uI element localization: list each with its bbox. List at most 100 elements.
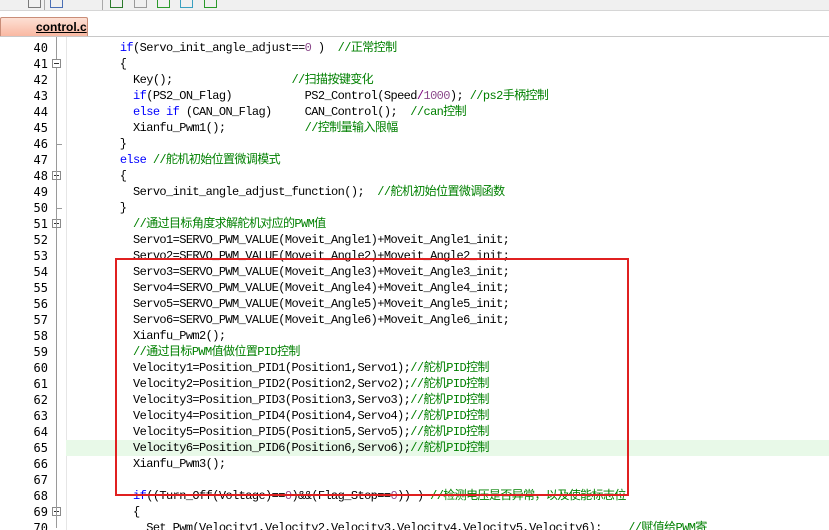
build-icon[interactable] [50,0,63,8]
comment-token: //舵机PID控制 [410,361,489,375]
line-number: 46 [33,137,48,151]
code-line-66[interactable]: 66 Xianfu_Pwm3(); [0,456,829,472]
code-line-45[interactable]: 45 Xianfu_Pwm1(); //控制量输入限幅 [0,120,829,136]
line-number: 54 [33,265,48,279]
code-line-53[interactable]: 53 Servo2=SERVO_PWM_VALUE(Moveit_Angle2)… [0,248,829,264]
code-line-57[interactable]: 57 Servo6=SERVO_PWM_VALUE(Moveit_Angle6)… [0,312,829,328]
comment-token: //舵机初始位置微调模式 [152,153,281,167]
code-line-64[interactable]: 64 Velocity5=Position_PID5(Position5,Ser… [0,424,829,440]
code-token: Xianfu_Pwm3(); [67,457,226,471]
code-text: if((Turn_Off(Voltage)==0)&&(Flag_Stop==0… [67,488,626,504]
code-line-54[interactable]: 54 Servo3=SERVO_PWM_VALUE(Moveit_Angle3)… [0,264,829,280]
code-line-62[interactable]: 62 Velocity3=Position_PID3(Position3,Ser… [0,392,829,408]
code-line-52[interactable]: 52 Servo1=SERVO_PWM_VALUE(Moveit_Angle1)… [0,232,829,248]
code-text: Key(); //扫描按键变化 [67,72,374,88]
code-line-58[interactable]: 58 Xianfu_Pwm2(); [0,328,829,344]
code-line-70[interactable]: 70 Set_Pwm(Velocity1,Velocity2,Velocity3… [0,520,829,530]
code-line-41[interactable]: 41 { [0,56,829,72]
line-number: 41 [33,57,48,71]
file-tab-control-c[interactable]: control.c [0,17,88,36]
code-text: Servo6=SERVO_PWM_VALUE(Moveit_Angle6)+Mo… [67,312,510,328]
code-text: else if (CAN_ON_Flag) CAN_Control(); //c… [67,104,467,120]
comment-token: //舵机PID控制 [410,377,489,391]
comment-token: //舵机PID控制 [410,393,489,407]
code-token: Servo3=SERVO_PWM_VALUE(Moveit_Angle3)+Mo… [67,265,510,279]
code-token: Xianfu_Pwm1(); [67,121,305,135]
code-line-44[interactable]: 44 else if (CAN_ON_Flag) CAN_Control(); … [0,104,829,120]
code-line-40[interactable]: 40 if(Servo_init_angle_adjust==0 ) //正常控… [0,40,829,56]
code-token: Servo2=SERVO_PWM_VALUE(Moveit_Angle2)+Mo… [67,249,510,263]
code-line-67[interactable]: 67 [0,472,829,488]
code-text: if(Servo_init_angle_adjust==0 ) //正常控制 [67,40,397,56]
code-token: } [67,201,127,215]
code-token: Velocity4=Position_PID4(Position4,Servo4… [67,409,411,423]
code-text: //通过目标PWM值做位置PID控制 [67,344,300,360]
line-number: 47 [33,153,48,167]
code-text: Velocity6=Position_PID6(Position6,Servo6… [67,440,489,456]
code-line-69[interactable]: 69 { [0,504,829,520]
code-line-46[interactable]: 46 } [0,136,829,152]
comment-token: //通过目标PWM值做位置PID控制 [133,345,300,359]
code-line-47[interactable]: 47 else //舵机初始位置微调模式 [0,152,829,168]
code-token: Velocity6=Position_PID6(Position6,Servo6… [67,441,411,455]
code-token: ((Turn_Off(Voltage)== [146,489,285,503]
line-number: 61 [33,377,48,391]
code-line-59[interactable]: 59 //通过目标PWM值做位置PID控制 [0,344,829,360]
undo-icon[interactable] [134,0,147,8]
code-line-63[interactable]: 63 Velocity4=Position_PID4(Position4,Ser… [0,408,829,424]
line-number: 42 [33,73,48,87]
code-line-65[interactable]: 65 Velocity6=Position_PID6(Position6,Ser… [0,440,829,456]
code-text: Velocity3=Position_PID3(Position3,Servo3… [67,392,489,408]
line-number: 51 [33,217,48,231]
code-line-56[interactable]: 56 Servo5=SERVO_PWM_VALUE(Moveit_Angle5)… [0,296,829,312]
code-token: (Servo_init_angle_adjust== [133,41,305,55]
comment-token: //通过目标角度求解舵机对应的PWM值 [133,217,326,231]
fold-collapse-icon[interactable] [52,59,61,68]
checkbox-dropdown-icon[interactable] [28,0,41,8]
line-number: 52 [33,233,48,247]
code-line-42[interactable]: 42 Key(); //扫描按键变化 [0,72,829,88]
code-line-60[interactable]: 60 Velocity1=Position_PID1(Position1,Ser… [0,360,829,376]
code-token: (PS2_ON_Flag) PS2_Control(Speed [146,89,417,103]
line-number: 49 [33,185,48,199]
line-number: 64 [33,425,48,439]
code-text: Velocity1=Position_PID1(Position1,Servo1… [67,360,489,376]
code-text: } [67,136,127,152]
line-number: 50 [33,201,48,215]
code-line-61[interactable]: 61 Velocity2=Position_PID2(Position2,Ser… [0,376,829,392]
code-line-50[interactable]: 50 } [0,200,829,216]
line-number: 40 [33,41,48,55]
code-line-55[interactable]: 55 Servo4=SERVO_PWM_VALUE(Moveit_Angle4)… [0,280,829,296]
keyword-token: if [133,489,147,503]
code-token: Set_Pwm(Velocity1,Velocity2,Velocity3,Ve… [67,521,629,530]
line-number: 59 [33,345,48,359]
comment-token: //can控制 [410,105,467,119]
comment-token: //正常控制 [337,41,397,55]
code-text: } [67,200,127,216]
keyword-token: else [133,105,160,119]
code-token: Velocity3=Position_PID3(Position3,Servo3… [67,393,411,407]
code-token: { [67,169,127,183]
code-line-49[interactable]: 49 Servo_init_angle_adjust_function(); /… [0,184,829,200]
code-token: Servo1=SERVO_PWM_VALUE(Moveit_Angle1)+Mo… [67,233,510,247]
code-line-43[interactable]: 43 if(PS2_ON_Flag) PS2_Control(Speed/100… [0,88,829,104]
window-icon[interactable] [110,0,123,8]
code-token: Velocity2=Position_PID2(Position2,Servo2… [67,377,411,391]
code-text: else //舵机初始位置微调模式 [67,152,281,168]
debug-icon[interactable] [180,0,193,8]
code-line-51[interactable]: 51 //通过目标角度求解舵机对应的PWM值 [0,216,829,232]
fold-guide [56,68,57,144]
code-line-68[interactable]: 68 if((Turn_Off(Voltage)==0)&&(Flag_Stop… [0,488,829,504]
code-token: ) [311,41,338,55]
keyword-token: if [133,89,147,103]
code-text: Servo5=SERVO_PWM_VALUE(Moveit_Angle5)+Mo… [67,296,510,312]
code-editor[interactable]: 40 if(Servo_init_angle_adjust==0 ) //正常控… [0,37,829,530]
download-icon[interactable] [157,0,170,8]
code-line-48[interactable]: 48 { [0,168,829,184]
check-icon[interactable] [204,0,217,8]
file-tab-bar: control.c [0,11,829,37]
